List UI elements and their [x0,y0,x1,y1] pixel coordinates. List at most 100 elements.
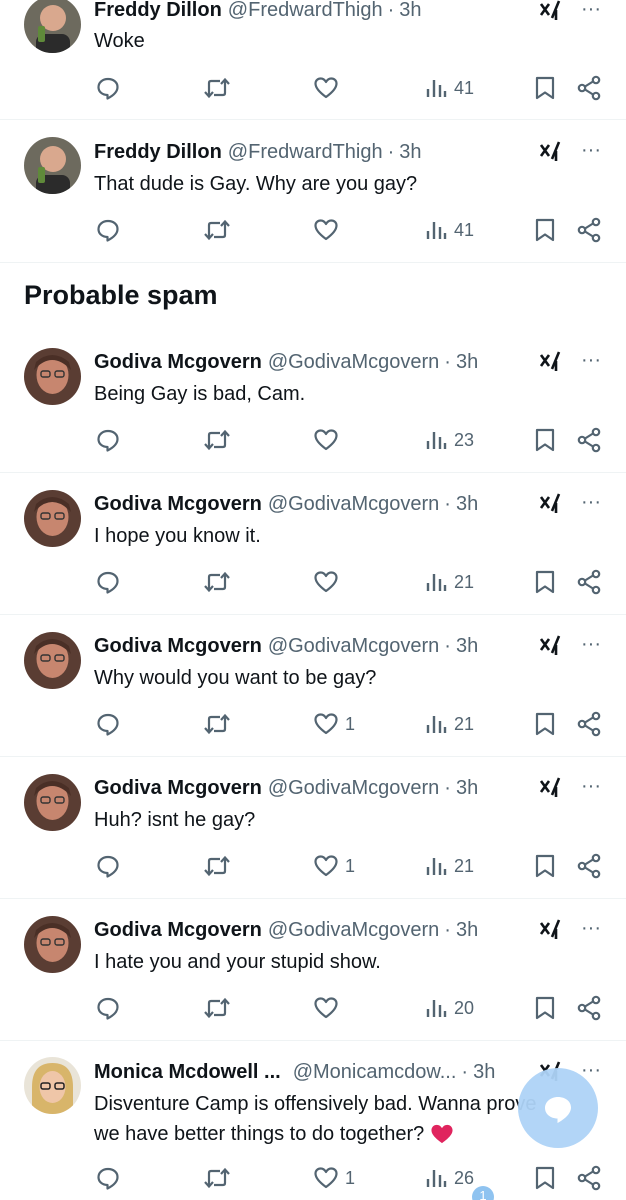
timestamp[interactable]: 3h [399,141,421,164]
timestamp[interactable]: 3h [456,635,478,658]
author-handle[interactable]: @GodivaMcgovern [268,919,439,942]
author-handle[interactable]: @GodivaMcgovern [268,635,439,658]
timestamp[interactable]: 3h [456,493,478,516]
author-name[interactable]: Godiva Mcgovern [94,777,262,800]
avatar[interactable] [24,0,81,53]
like-button[interactable] [313,73,345,103]
views-button[interactable]: 21 [424,567,474,597]
tweet[interactable]: Freddy Dillon @FredwardThigh · 3h That d… [0,120,626,263]
share-button[interactable] [576,73,602,103]
share-button[interactable] [576,567,602,597]
author-handle[interactable]: @FredwardThigh [228,141,383,164]
retweet-button[interactable] [202,709,232,739]
tweet[interactable]: Godiva Mcgovern @GodivaMcgovern · 3h Huh… [0,757,626,899]
reply-button[interactable] [95,993,121,1023]
tweet[interactable]: Godiva Mcgovern @GodivaMcgovern · 3h I h… [0,473,626,615]
author-name[interactable]: Godiva Mcgovern [94,635,262,658]
views-button[interactable]: 20 [424,993,474,1023]
more-icon[interactable]: ··· [578,350,604,377]
author-name[interactable]: Godiva Mcgovern [94,351,262,374]
like-button[interactable] [313,215,345,245]
views-button[interactable]: 41 [424,215,474,245]
bookmark-button[interactable] [533,425,557,455]
share-button[interactable] [576,215,602,245]
like-button[interactable]: 1 [313,709,355,739]
like-button[interactable] [313,567,345,597]
compose-reply-button[interactable] [518,1068,598,1148]
bookmark-button[interactable] [533,1163,557,1193]
bookmark-button[interactable] [533,215,557,245]
grok-icon[interactable] [538,633,564,659]
views-button[interactable]: 41 [424,73,474,103]
more-icon[interactable]: ··· [578,140,604,167]
reply-button[interactable] [95,567,121,597]
grok-icon[interactable] [538,139,564,165]
share-button[interactable] [576,425,602,455]
share-button[interactable] [576,1163,602,1193]
tweet[interactable]: Freddy Dillon @FredwardThigh · 3h Woke ·… [0,0,626,120]
views-button[interactable]: 26 [424,1163,474,1193]
grok-icon[interactable] [538,349,564,375]
bookmark-button[interactable] [533,851,557,881]
author-name[interactable]: Godiva Mcgovern [94,919,262,942]
avatar[interactable] [24,1057,81,1114]
avatar[interactable] [24,774,81,831]
author-handle[interactable]: @GodivaMcgovern [268,777,439,800]
author-name[interactable]: Freddy Dillon [94,0,222,22]
author-handle[interactable]: @FredwardThigh [228,0,383,22]
avatar[interactable] [24,632,81,689]
like-button[interactable]: 1 [313,1163,355,1193]
share-button[interactable] [576,993,602,1023]
bookmark-button[interactable] [533,567,557,597]
more-icon[interactable]: ··· [578,492,604,519]
more-icon[interactable]: ··· [578,776,604,803]
timestamp[interactable]: 3h [399,0,421,22]
author-handle[interactable]: @GodivaMcgovern [268,493,439,516]
views-button[interactable]: 21 [424,851,474,881]
share-button[interactable] [576,709,602,739]
timestamp[interactable]: 3h [456,351,478,374]
reply-button[interactable] [95,425,121,455]
timestamp[interactable]: 3h [456,919,478,942]
bookmark-button[interactable] [533,709,557,739]
tweet[interactable]: Godiva Mcgovern @GodivaMcgovern · 3h Bei… [0,330,626,473]
retweet-button[interactable] [202,993,232,1023]
tweet[interactable]: Godiva Mcgovern @GodivaMcgovern · 3h I h… [0,899,626,1041]
views-button[interactable]: 21 [424,709,474,739]
like-button[interactable] [313,993,345,1023]
grok-icon[interactable] [538,0,564,24]
reply-button[interactable] [95,1163,121,1193]
reply-button[interactable] [95,851,121,881]
more-icon[interactable]: ··· [578,634,604,661]
retweet-button[interactable] [202,567,232,597]
grok-icon[interactable] [538,491,564,517]
bookmark-button[interactable] [533,993,557,1023]
tweet[interactable]: Godiva Mcgovern @GodivaMcgovern · 3h Why… [0,615,626,757]
author-handle[interactable]: @Monicamcdow... [293,1061,457,1084]
author-handle[interactable]: @GodivaMcgovern [268,351,439,374]
retweet-button[interactable] [202,215,232,245]
avatar[interactable] [24,137,81,194]
like-button[interactable]: 1 [313,851,355,881]
share-button[interactable] [576,851,602,881]
more-icon[interactable]: ··· [578,918,604,945]
views-button[interactable]: 23 [424,425,474,455]
bookmark-button[interactable] [533,73,557,103]
author-name[interactable]: Monica Mcdowell ... [94,1061,281,1084]
retweet-button[interactable] [202,851,232,881]
reply-button[interactable] [95,215,121,245]
reply-button[interactable] [95,709,121,739]
reply-button[interactable] [95,73,121,103]
retweet-button[interactable] [202,1163,232,1193]
like-button[interactable] [313,425,345,455]
retweet-button[interactable] [202,425,232,455]
grok-icon[interactable] [538,775,564,801]
avatar[interactable] [24,348,81,405]
timestamp[interactable]: 3h [473,1061,495,1084]
grok-icon[interactable] [538,917,564,943]
timestamp[interactable]: 3h [456,777,478,800]
avatar[interactable] [24,490,81,547]
more-icon[interactable]: ··· [578,0,604,26]
retweet-button[interactable] [202,73,232,103]
author-name[interactable]: Freddy Dillon [94,141,222,164]
